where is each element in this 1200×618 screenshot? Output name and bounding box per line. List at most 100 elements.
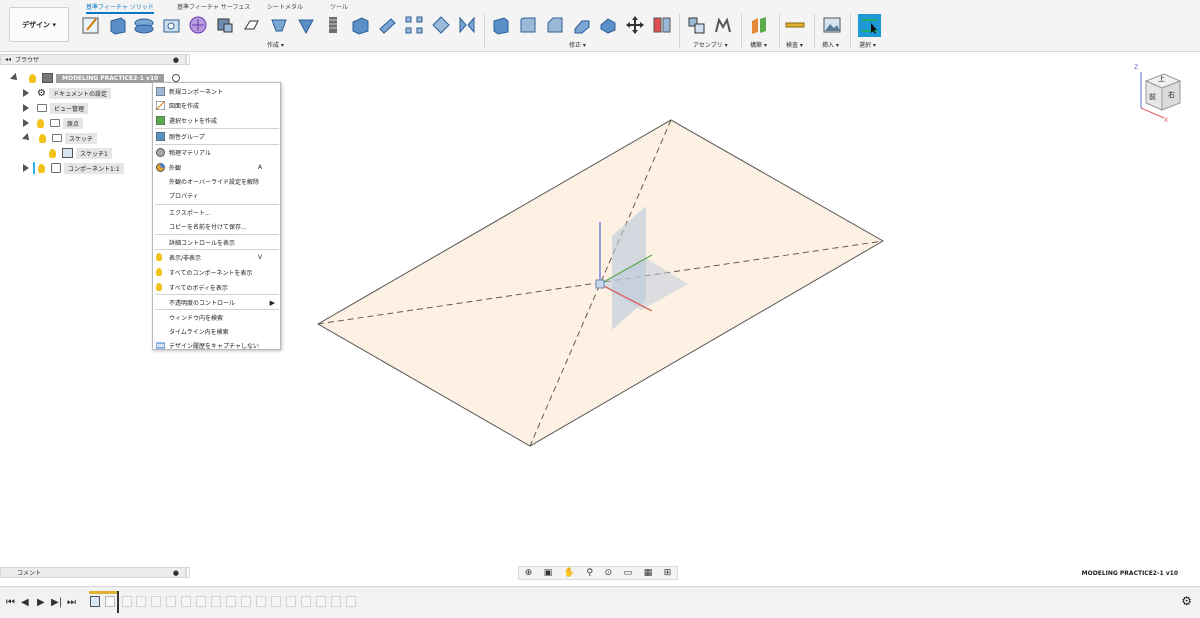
- menu-rigid-group[interactable]: 剛性グループ: [153, 130, 280, 143]
- group-create[interactable]: 作成 ▾: [267, 40, 284, 49]
- timeline-feature-icon[interactable]: [136, 596, 146, 607]
- group-assemble[interactable]: アセンブリ ▾: [693, 40, 728, 49]
- menu-save-copy-as[interactable]: コピーを名前を付けて保存...: [153, 220, 280, 233]
- hole-icon[interactable]: [161, 15, 181, 35]
- menu-show-all-components[interactable]: すべてのコンポーネントを表示: [153, 266, 280, 279]
- browser-header[interactable]: ◂◂ ブラウザ ●: [0, 54, 186, 65]
- tab-surface[interactable]: 基準フィーチャ サーフェス: [177, 2, 250, 11]
- visibility-bulb-icon[interactable]: [38, 163, 45, 173]
- timeline-feature-icon[interactable]: [151, 596, 161, 607]
- next-step-icon[interactable]: ▶|: [51, 597, 62, 608]
- select-icon[interactable]: [858, 14, 881, 37]
- menu-export[interactable]: エクスポート...: [153, 206, 280, 219]
- group-modify[interactable]: 修正 ▾: [569, 40, 586, 49]
- expand-icon[interactable]: [23, 164, 29, 172]
- timeline-feature-icon[interactable]: [105, 596, 115, 607]
- pattern-tool-icon[interactable]: [404, 15, 424, 35]
- menu-create-drawing[interactable]: 図面を作成: [153, 99, 280, 112]
- pin-icon[interactable]: ●: [173, 56, 179, 64]
- timeline-feature-icon[interactable]: [301, 596, 311, 607]
- timeline-feature-icon[interactable]: [331, 596, 341, 607]
- tree-item-sketches[interactable]: スケッチ: [22, 132, 98, 144]
- play-icon[interactable]: ▶: [37, 597, 45, 608]
- browser-expand-handle[interactable]: [186, 54, 190, 65]
- display-settings-icon[interactable]: ▭: [624, 568, 633, 578]
- grid-icon[interactable]: ▦: [644, 568, 653, 578]
- viewcube-right[interactable]: 右: [1168, 90, 1175, 100]
- timeline-feature-icon[interactable]: [241, 596, 251, 607]
- mirror-body-icon[interactable]: [457, 15, 477, 35]
- tree-item-component[interactable]: コンポーネント1:1: [23, 162, 124, 174]
- press-pull-icon[interactable]: [491, 15, 511, 35]
- thread-icon[interactable]: [323, 15, 343, 35]
- menu-create-selection-set[interactable]: 選択セットを作成: [153, 114, 280, 127]
- joint-icon[interactable]: [686, 15, 706, 35]
- timeline-marker[interactable]: [117, 591, 119, 613]
- group-construct[interactable]: 構築 ▾: [750, 40, 767, 49]
- look-at-icon[interactable]: ▣: [544, 568, 553, 578]
- tab-tools[interactable]: ツール: [330, 2, 348, 11]
- menu-opacity-control[interactable]: 不透明度のコントロール ▶: [153, 296, 280, 309]
- zoom-icon[interactable]: ⚲: [587, 568, 594, 578]
- menu-new-component[interactable]: 新規コンポーネント: [153, 85, 280, 98]
- shell-body-icon[interactable]: [598, 15, 618, 35]
- timeline-settings-gear-icon[interactable]: ⚙: [1181, 594, 1192, 608]
- sketch-icon[interactable]: [81, 15, 101, 35]
- activate-radio-icon[interactable]: [172, 74, 181, 82]
- viewcube-top[interactable]: 上: [1158, 74, 1165, 84]
- tree-item-views[interactable]: ビュー管理: [23, 102, 89, 114]
- new-body-icon[interactable]: [215, 15, 235, 35]
- timeline-sketch-icon[interactable]: [90, 596, 100, 607]
- timeline-feature-icon[interactable]: [122, 596, 132, 607]
- mirror-icon[interactable]: [242, 15, 262, 35]
- split-icon[interactable]: [572, 15, 592, 35]
- box-icon[interactable]: [350, 15, 370, 35]
- move-icon[interactable]: [625, 15, 645, 35]
- timeline-feature-icon[interactable]: [196, 596, 206, 607]
- workspace-dropdown[interactable]: デザイン ▾: [9, 7, 69, 42]
- collapse-icon[interactable]: ◂◂: [5, 56, 11, 63]
- menu-appearance[interactable]: 外観 A: [153, 161, 280, 174]
- timeline-feature-icon[interactable]: [226, 596, 236, 607]
- menu-find-in-timeline[interactable]: タイムライン内を検索: [153, 325, 280, 338]
- insert-image-icon[interactable]: [822, 15, 842, 35]
- visibility-bulb-icon[interactable]: [49, 148, 56, 158]
- timeline-feature-icon[interactable]: [346, 596, 356, 607]
- visibility-bulb-icon[interactable]: [39, 133, 46, 143]
- shell-icon[interactable]: [296, 15, 316, 35]
- menu-do-not-capture-history[interactable]: デザイン履歴をキャプチャしない: [153, 339, 280, 352]
- tree-item-origin[interactable]: 原点: [23, 117, 84, 129]
- pattern-icon[interactable]: [188, 15, 208, 35]
- cylinder-icon[interactable]: [377, 15, 397, 35]
- tab-sheetmetal[interactable]: シートメタル: [267, 2, 303, 11]
- chamfer-icon[interactable]: [545, 15, 565, 35]
- root-label[interactable]: MODELING PRACTICE2-1 v10: [56, 73, 165, 83]
- expand-icon[interactable]: [23, 104, 29, 112]
- pin-icon[interactable]: ●: [173, 569, 179, 577]
- timeline-feature-icon[interactable]: [181, 596, 191, 607]
- expand-icon[interactable]: [22, 133, 32, 143]
- first-step-icon[interactable]: ⏮: [6, 597, 15, 608]
- timeline-feature-icon[interactable]: [316, 596, 326, 607]
- tab-solid[interactable]: 基準フィーチャ ソリッド: [86, 2, 154, 14]
- expand-icon[interactable]: [23, 89, 29, 97]
- visibility-bulb-icon[interactable]: [29, 73, 36, 83]
- last-step-icon[interactable]: ⏭: [67, 597, 76, 608]
- fillet-icon[interactable]: [518, 15, 538, 35]
- loft-icon[interactable]: [269, 15, 289, 35]
- combine-icon[interactable]: [431, 15, 451, 35]
- expand-icon[interactable]: [23, 119, 29, 127]
- align-icon[interactable]: [652, 15, 672, 35]
- group-select[interactable]: 選択 ▾: [859, 40, 876, 49]
- pan-icon[interactable]: ✋: [564, 568, 575, 578]
- previous-step-icon[interactable]: ◀: [21, 597, 29, 608]
- timeline-feature-icon[interactable]: [256, 596, 266, 607]
- measure-icon[interactable]: [785, 15, 805, 35]
- menu-show-all-bodies[interactable]: すべてのボディを表示: [153, 281, 280, 294]
- visibility-bulb-icon[interactable]: [37, 118, 44, 128]
- timeline-feature-icon[interactable]: [286, 596, 296, 607]
- group-insert[interactable]: 挿入 ▾: [822, 40, 839, 49]
- plane-icon[interactable]: [749, 15, 769, 35]
- comments-header[interactable]: コメント ●: [0, 567, 186, 578]
- menu-remove-appearance-override[interactable]: 外観のオーバーライド設定を解除: [153, 175, 280, 188]
